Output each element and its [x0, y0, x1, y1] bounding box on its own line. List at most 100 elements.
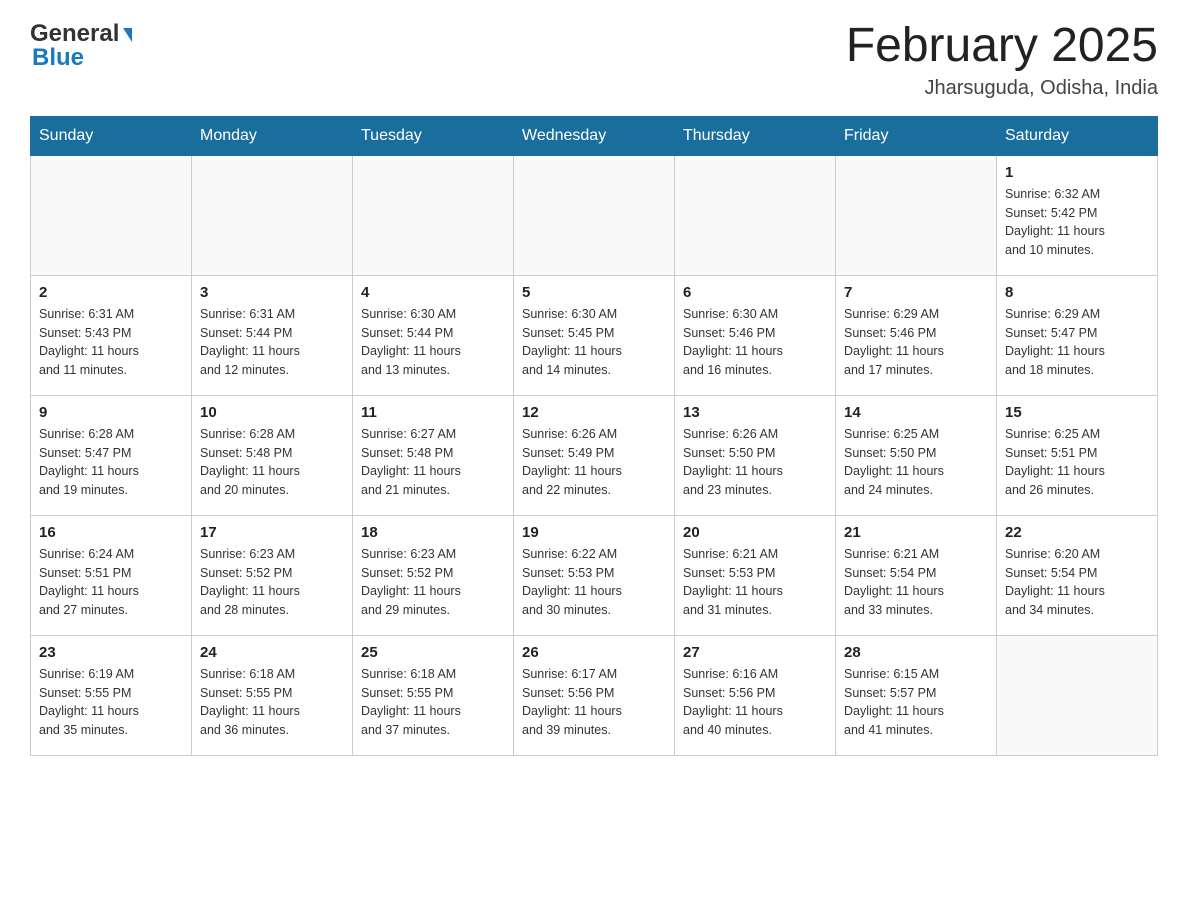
day-number: 20 — [683, 524, 827, 541]
calendar-cell: 21 Sunrise: 6:21 AM Sunset: 5:54 PM Dayli… — [836, 515, 997, 635]
calendar-cell: 26 Sunrise: 6:17 AM Sunset: 5:56 PM Dayli… — [514, 635, 675, 755]
calendar-cell: 6 Sunrise: 6:30 AM Sunset: 5:46 PM Daylig… — [675, 275, 836, 395]
logo-line2: Blue — [32, 44, 84, 72]
day-info: Sunrise: 6:17 AM Sunset: 5:56 PM Dayligh… — [522, 665, 666, 740]
calendar-header-sunday: Sunday — [31, 116, 192, 155]
calendar-header-wednesday: Wednesday — [514, 116, 675, 155]
day-info: Sunrise: 6:28 AM Sunset: 5:47 PM Dayligh… — [39, 425, 183, 500]
day-info: Sunrise: 6:20 AM Sunset: 5:54 PM Dayligh… — [1005, 545, 1149, 620]
calendar-header-friday: Friday — [836, 116, 997, 155]
day-number: 14 — [844, 404, 988, 421]
calendar-week-row: 16Sunrise: 6:24 AM Sunset: 5:51 PM Dayli… — [31, 515, 1158, 635]
day-info: Sunrise: 6:23 AM Sunset: 5:52 PM Dayligh… — [361, 545, 505, 620]
day-number: 19 — [522, 524, 666, 541]
day-info: Sunrise: 6:26 AM Sunset: 5:49 PM Dayligh… — [522, 425, 666, 500]
calendar-cell: 12 Sunrise: 6:26 AM Sunset: 5:49 PM Dayli… — [514, 395, 675, 515]
calendar-cell: 13 Sunrise: 6:26 AM Sunset: 5:50 PM Dayli… — [675, 395, 836, 515]
calendar-table: SundayMondayTuesdayWednesdayThursdayFrid… — [30, 116, 1158, 756]
logo: General Blue — [30, 20, 132, 72]
calendar-cell: 8 Sunrise: 6:29 AM Sunset: 5:47 PM Daylig… — [997, 275, 1158, 395]
calendar-cell: 25Sunrise: 6:18 AM Sunset: 5:55 PM Dayli… — [353, 635, 514, 755]
day-number: 1 — [1005, 164, 1149, 181]
day-number: 6 — [683, 284, 827, 301]
day-number: 11 — [361, 404, 505, 421]
calendar-cell: 16Sunrise: 6:24 AM Sunset: 5:51 PM Dayli… — [31, 515, 192, 635]
calendar-week-row: 23 Sunrise: 6:19 AM Sunset: 5:55 PM Dayli… — [31, 635, 1158, 755]
day-info: Sunrise: 6:16 AM Sunset: 5:56 PM Dayligh… — [683, 665, 827, 740]
day-info: Sunrise: 6:25 AM Sunset: 5:51 PM Dayligh… — [1005, 425, 1149, 500]
day-number: 9 — [39, 404, 183, 421]
day-number: 7 — [844, 284, 988, 301]
calendar-week-row: 2 Sunrise: 6:31 AM Sunset: 5:43 PM Daylig… — [31, 275, 1158, 395]
calendar-cell: 19 Sunrise: 6:22 AM Sunset: 5:53 PM Dayli… — [514, 515, 675, 635]
day-number: 21 — [844, 524, 988, 541]
calendar-header-row: SundayMondayTuesdayWednesdayThursdayFrid… — [31, 116, 1158, 155]
day-number: 8 — [1005, 284, 1149, 301]
calendar-cell: 18 Sunrise: 6:23 AM Sunset: 5:52 PM Dayli… — [353, 515, 514, 635]
calendar-cell: 5 Sunrise: 6:30 AM Sunset: 5:45 PM Daylig… — [514, 275, 675, 395]
day-info: Sunrise: 6:29 AM Sunset: 5:47 PM Dayligh… — [1005, 305, 1149, 380]
calendar-week-row: 9 Sunrise: 6:28 AM Sunset: 5:47 PM Daylig… — [31, 395, 1158, 515]
calendar-header-saturday: Saturday — [997, 116, 1158, 155]
calendar-cell — [514, 155, 675, 275]
calendar-cell: 15 Sunrise: 6:25 AM Sunset: 5:51 PM Dayli… — [997, 395, 1158, 515]
day-info: Sunrise: 6:31 AM Sunset: 5:44 PM Dayligh… — [200, 305, 344, 380]
day-number: 22 — [1005, 524, 1149, 541]
day-number: 13 — [683, 404, 827, 421]
day-info: Sunrise: 6:32 AM Sunset: 5:42 PM Dayligh… — [1005, 185, 1149, 260]
day-number: 2 — [39, 284, 183, 301]
day-number: 17 — [200, 524, 344, 541]
day-number: 5 — [522, 284, 666, 301]
day-info: Sunrise: 6:22 AM Sunset: 5:53 PM Dayligh… — [522, 545, 666, 620]
day-info: Sunrise: 6:15 AM Sunset: 5:57 PM Dayligh… — [844, 665, 988, 740]
day-number: 24 — [200, 644, 344, 661]
day-info: Sunrise: 6:30 AM Sunset: 5:45 PM Dayligh… — [522, 305, 666, 380]
calendar-week-row: 1 Sunrise: 6:32 AM Sunset: 5:42 PM Daylig… — [31, 155, 1158, 275]
calendar-cell — [836, 155, 997, 275]
calendar-cell: 27 Sunrise: 6:16 AM Sunset: 5:56 PM Dayli… — [675, 635, 836, 755]
calendar-cell: 28 Sunrise: 6:15 AM Sunset: 5:57 PM Dayli… — [836, 635, 997, 755]
day-number: 10 — [200, 404, 344, 421]
calendar-cell — [31, 155, 192, 275]
month-title: February 2025 — [846, 20, 1158, 73]
day-number: 28 — [844, 644, 988, 661]
day-info: Sunrise: 6:31 AM Sunset: 5:43 PM Dayligh… — [39, 305, 183, 380]
calendar-cell: 7 Sunrise: 6:29 AM Sunset: 5:46 PM Daylig… — [836, 275, 997, 395]
location-title: Jharsuguda, Odisha, India — [846, 77, 1158, 100]
day-info: Sunrise: 6:26 AM Sunset: 5:50 PM Dayligh… — [683, 425, 827, 500]
day-info: Sunrise: 6:29 AM Sunset: 5:46 PM Dayligh… — [844, 305, 988, 380]
calendar-cell: 23 Sunrise: 6:19 AM Sunset: 5:55 PM Dayli… — [31, 635, 192, 755]
calendar-cell: 20 Sunrise: 6:21 AM Sunset: 5:53 PM Dayli… — [675, 515, 836, 635]
day-number: 26 — [522, 644, 666, 661]
day-number: 3 — [200, 284, 344, 301]
logo-triangle-icon — [123, 28, 132, 42]
calendar-cell: 11Sunrise: 6:27 AM Sunset: 5:48 PM Dayli… — [353, 395, 514, 515]
day-number: 15 — [1005, 404, 1149, 421]
day-number: 18 — [361, 524, 505, 541]
day-info: Sunrise: 6:28 AM Sunset: 5:48 PM Dayligh… — [200, 425, 344, 500]
calendar-header-monday: Monday — [192, 116, 353, 155]
calendar-cell: 14Sunrise: 6:25 AM Sunset: 5:50 PM Dayli… — [836, 395, 997, 515]
calendar-cell: 4Sunrise: 6:30 AM Sunset: 5:44 PM Daylig… — [353, 275, 514, 395]
day-info: Sunrise: 6:21 AM Sunset: 5:53 PM Dayligh… — [683, 545, 827, 620]
day-info: Sunrise: 6:18 AM Sunset: 5:55 PM Dayligh… — [200, 665, 344, 740]
page-header: General Blue February 2025 Jharsuguda, O… — [30, 20, 1158, 100]
day-number: 23 — [39, 644, 183, 661]
calendar-cell: 17Sunrise: 6:23 AM Sunset: 5:52 PM Dayli… — [192, 515, 353, 635]
day-number: 12 — [522, 404, 666, 421]
day-info: Sunrise: 6:24 AM Sunset: 5:51 PM Dayligh… — [39, 545, 183, 620]
calendar-cell: 2 Sunrise: 6:31 AM Sunset: 5:43 PM Daylig… — [31, 275, 192, 395]
calendar-header-thursday: Thursday — [675, 116, 836, 155]
calendar-cell — [997, 635, 1158, 755]
calendar-cell: 9 Sunrise: 6:28 AM Sunset: 5:47 PM Daylig… — [31, 395, 192, 515]
day-info: Sunrise: 6:19 AM Sunset: 5:55 PM Dayligh… — [39, 665, 183, 740]
calendar-cell — [192, 155, 353, 275]
day-info: Sunrise: 6:30 AM Sunset: 5:46 PM Dayligh… — [683, 305, 827, 380]
day-number: 27 — [683, 644, 827, 661]
day-info: Sunrise: 6:21 AM Sunset: 5:54 PM Dayligh… — [844, 545, 988, 620]
calendar-cell — [353, 155, 514, 275]
calendar-cell: 1 Sunrise: 6:32 AM Sunset: 5:42 PM Daylig… — [997, 155, 1158, 275]
calendar-cell: 22 Sunrise: 6:20 AM Sunset: 5:54 PM Dayli… — [997, 515, 1158, 635]
calendar-cell: 24 Sunrise: 6:18 AM Sunset: 5:55 PM Dayli… — [192, 635, 353, 755]
calendar-header-tuesday: Tuesday — [353, 116, 514, 155]
